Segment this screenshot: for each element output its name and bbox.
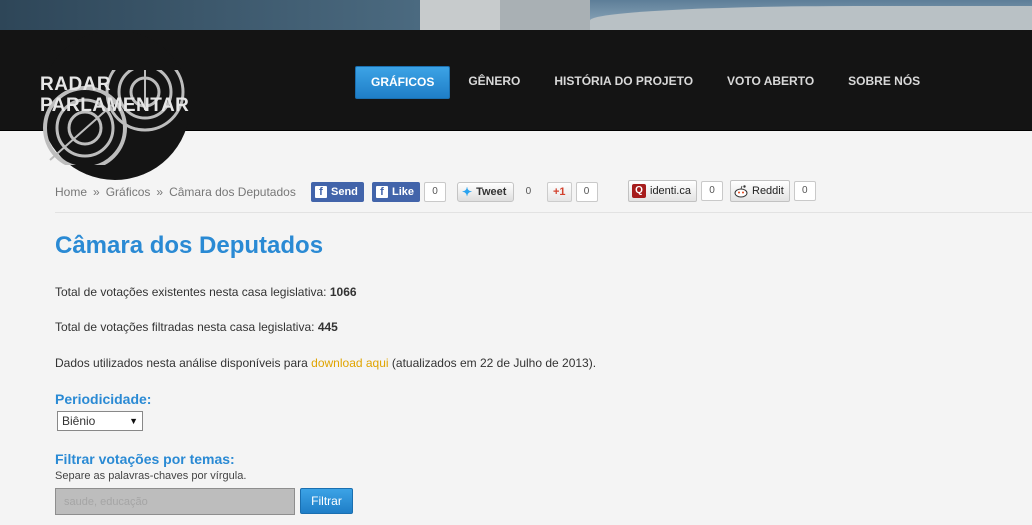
nav-item-voto-aberto[interactable]: VOTO ABERTO: [711, 66, 830, 97]
facebook-like-button[interactable]: f Like 0: [372, 182, 447, 202]
filtered-votes-value: 445: [317, 320, 338, 334]
dropdown-arrow-icon: ▼: [129, 416, 138, 426]
logo-text-line2: PARLAMENTAR: [40, 95, 190, 116]
reddit-button[interactable]: Reddit 0: [730, 180, 816, 202]
identica-button[interactable]: Qidenti.ca 0: [628, 180, 723, 202]
reddit-count: 0: [793, 181, 816, 201]
site-header: RADAR PARLAMENTAR GRÁFICOS GÊNERO HISTÓR…: [0, 30, 1032, 180]
tweet-count: 0: [525, 186, 532, 197]
divider: [55, 212, 1032, 213]
gplus-icon: +1: [553, 186, 566, 198]
nav-item-graficos[interactable]: GRÁFICOS: [355, 66, 451, 99]
identica-count: 0: [700, 181, 723, 201]
page-title: Câmara dos Deputados: [55, 232, 324, 259]
filter-button[interactable]: Filtrar: [300, 488, 353, 514]
facebook-icon: f: [315, 186, 327, 198]
keywords-input[interactable]: [55, 488, 295, 515]
gplus-button[interactable]: +1 0: [547, 182, 598, 202]
breadcrumb-current: Câmara dos Deputados: [169, 185, 296, 199]
periodicity-label: Periodicidade:: [55, 391, 152, 407]
gplus-count: 0: [575, 182, 598, 202]
main-nav: GRÁFICOS GÊNERO HISTÓRIA DO PROJETO VOTO…: [355, 66, 938, 99]
nav-item-sobre-nos[interactable]: SOBRE NÓS: [832, 66, 936, 97]
total-votes-value: 1066: [329, 285, 357, 299]
facebook-icon: f: [376, 186, 388, 198]
facebook-send-button[interactable]: f Send: [311, 182, 364, 202]
download-link[interactable]: download aqui: [311, 356, 388, 370]
twitter-bird-icon: ✦: [462, 185, 473, 199]
data-source-text: Dados utilizados nesta análise disponíve…: [55, 356, 597, 370]
filter-hint: Separe as palavras-chaves por vírgula.: [55, 470, 247, 482]
periodicity-select[interactable]: Biênio ▼: [57, 411, 143, 431]
reddit-alien-icon: [734, 185, 748, 198]
breadcrumb-home[interactable]: Home: [55, 185, 87, 199]
logo-text-line1: RADAR: [40, 74, 112, 95]
nav-item-historia[interactable]: HISTÓRIA DO PROJETO: [538, 66, 709, 97]
filter-label: Filtrar votações por temas:: [55, 451, 235, 467]
header-photo-strip: [0, 0, 1032, 30]
like-count: 0: [424, 182, 447, 202]
filtered-votes-text: Total de votações filtradas nesta casa l…: [55, 320, 338, 334]
identica-icon: Q: [632, 184, 646, 198]
breadcrumb-graficos[interactable]: Gráficos: [106, 185, 151, 199]
site-logo[interactable]: RADAR PARLAMENTAR: [40, 70, 200, 165]
tweet-button[interactable]: ✦ Tweet 0: [457, 182, 538, 202]
total-votes-text: Total de votações existentes nesta casa …: [55, 285, 357, 299]
nav-item-genero[interactable]: GÊNERO: [452, 66, 536, 97]
breadcrumb: Home» Gráficos» Câmara dos Deputados: [55, 185, 296, 199]
